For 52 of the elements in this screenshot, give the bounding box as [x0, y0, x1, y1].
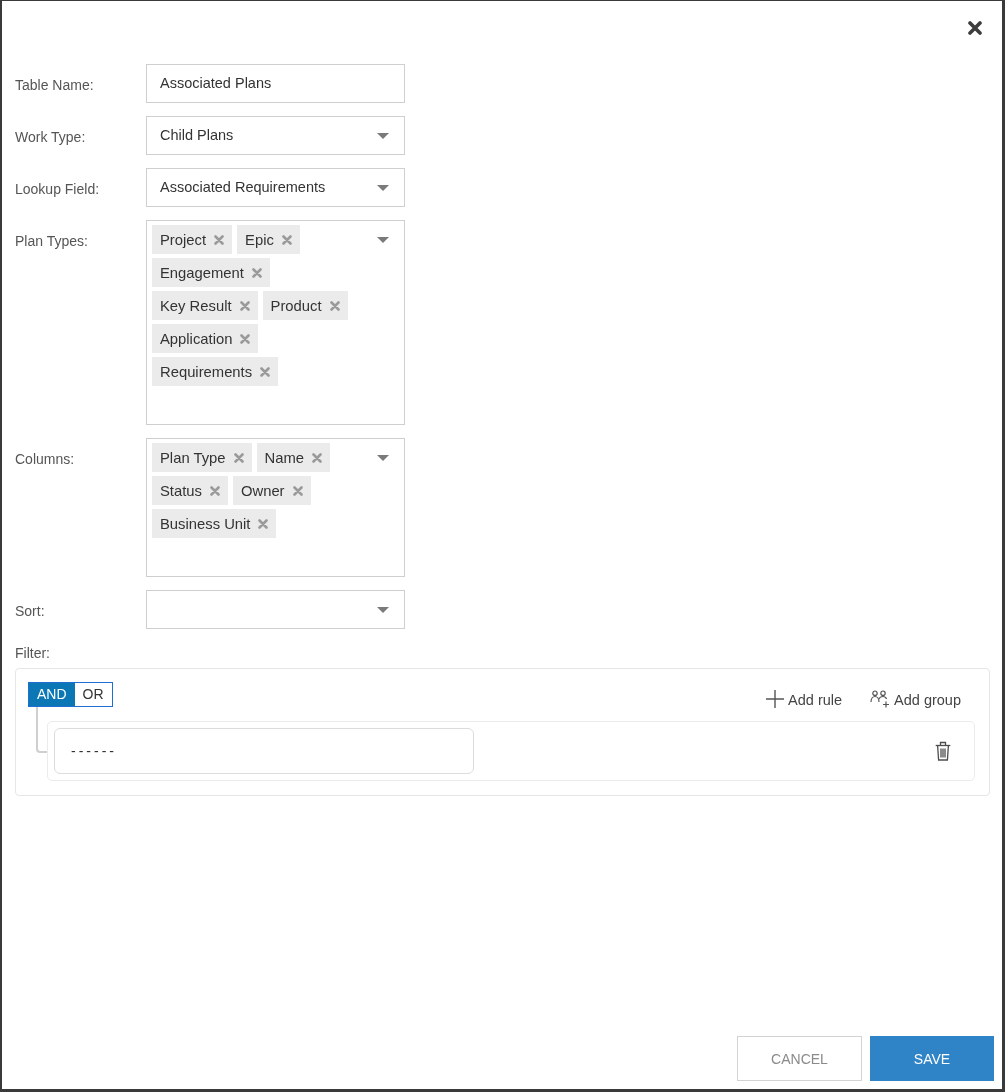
- tag-label: Requirements: [160, 363, 253, 380]
- tag-label: Business Unit: [160, 515, 251, 532]
- caret-icon: [377, 607, 389, 613]
- remove-icon[interactable]: [209, 485, 220, 496]
- filter-label: Filter:: [15, 645, 50, 661]
- save-button[interactable]: SAVE: [870, 1036, 994, 1081]
- field-label: Work Type:: [15, 129, 86, 145]
- rule-field-select[interactable]: ------: [54, 728, 474, 774]
- people-add-icon: [870, 690, 891, 708]
- caret-icon: [377, 237, 389, 243]
- remove-icon[interactable]: [214, 234, 225, 245]
- remove-icon[interactable]: [233, 452, 244, 463]
- remove-icon[interactable]: [240, 333, 251, 344]
- field-label: Table Name:: [15, 77, 94, 93]
- multi-select-field[interactable]: Project Epic Engagement Key Result Product Application Requirements: [146, 220, 405, 425]
- add-rule-button[interactable]: Add rule: [766, 690, 843, 708]
- text-field[interactable]: Associated Plans: [146, 64, 405, 103]
- field-label: Plan Types:: [15, 233, 88, 249]
- multi-select-field[interactable]: Plan Type Name Status Owner Business Unit: [146, 438, 405, 577]
- trash-icon[interactable]: [935, 741, 951, 761]
- tag-label: Owner: [240, 482, 285, 499]
- connector-line: [36, 707, 47, 753]
- tag-label: Status: [160, 482, 202, 499]
- tag-label: Name: [264, 449, 305, 466]
- tag-label: Project: [160, 231, 207, 248]
- field-label: Lookup Field:: [15, 181, 100, 197]
- field-label: Sort:: [15, 603, 45, 619]
- tag-label: Engagement: [160, 264, 244, 281]
- tag-label: Plan Type: [160, 449, 226, 466]
- toggle-option[interactable]: AND: [29, 683, 75, 706]
- remove-icon[interactable]: [281, 234, 292, 245]
- dropdown-field[interactable]: [146, 590, 405, 629]
- field-label: Columns:: [15, 451, 75, 467]
- tag-label: Epic: [245, 231, 274, 248]
- plus-icon: [766, 690, 785, 708]
- remove-icon[interactable]: [251, 267, 262, 278]
- caret-icon: [377, 133, 389, 139]
- remove-icon[interactable]: [260, 366, 271, 377]
- close-icon[interactable]: [968, 21, 982, 35]
- remove-icon[interactable]: [292, 485, 303, 496]
- remove-icon[interactable]: [329, 300, 340, 311]
- remove-icon[interactable]: [239, 300, 250, 311]
- tag-label: Key Result: [160, 297, 232, 314]
- remove-icon[interactable]: [258, 518, 269, 529]
- dropdown-field[interactable]: Associated Requirements: [146, 168, 405, 207]
- add-group-button[interactable]: Add group: [870, 690, 961, 708]
- caret-icon: [377, 455, 389, 461]
- tag-label: Application: [160, 330, 233, 347]
- dropdown-field[interactable]: Child Plans: [146, 116, 405, 155]
- tag-label: Product: [270, 297, 322, 314]
- remove-icon[interactable]: [312, 452, 323, 463]
- caret-icon: [377, 185, 389, 191]
